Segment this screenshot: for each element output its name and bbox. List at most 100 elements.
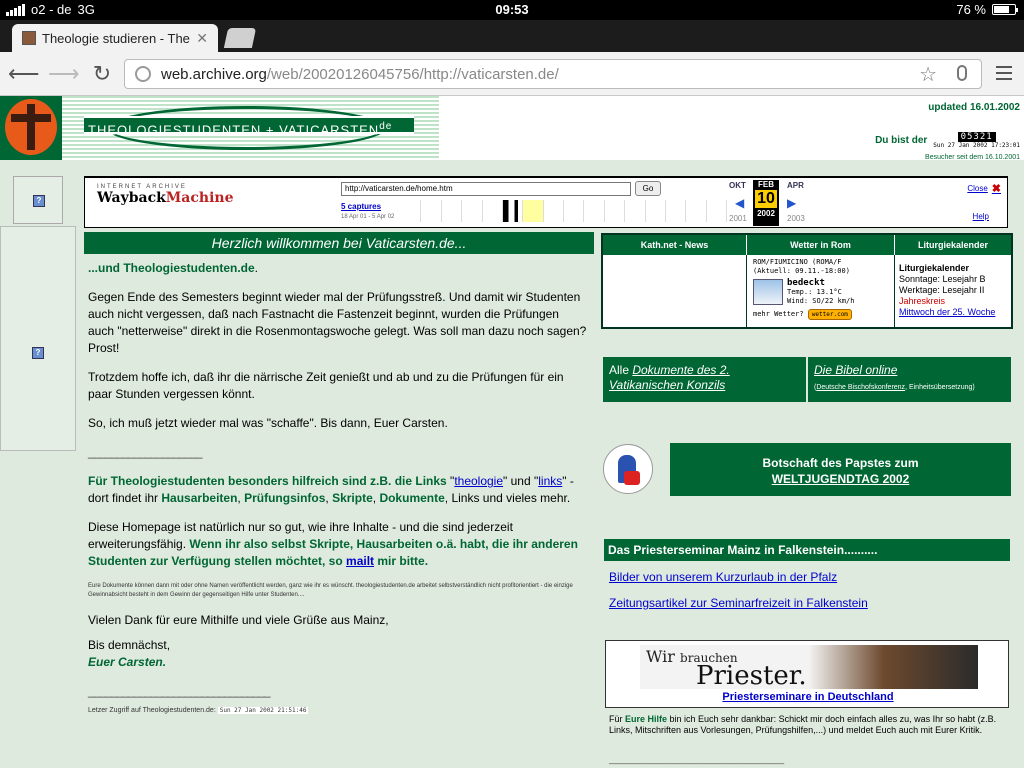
header-weather[interactable]: Wetter in Rom (747, 235, 895, 255)
pfalz-link[interactable]: Bilder von unserem Kurzurlaub in der Pfa… (609, 569, 868, 586)
konzil-prefix: Alle (609, 363, 633, 377)
prev-capture-icon[interactable]: ◀ (735, 196, 744, 210)
battery-percent: 76 % (956, 2, 986, 17)
capture-sparkline[interactable] (401, 200, 727, 222)
paragraph-2: Trotzdem hoffe ich, daß ihr die närrisch… (88, 370, 564, 401)
url-host: web.archive.org (161, 65, 267, 83)
weltjugendtag-link[interactable]: WELTJUGENDTAG 2002 (670, 471, 1011, 487)
info-table: Kath.net - News Wetter in Rom Liturgieka… (601, 233, 1013, 329)
wayback-logo[interactable]: INTERNET ARCHIVE WaybackMachine (97, 184, 233, 206)
paragraph-3: So, ich muß jetzt wieder mal was "schaff… (88, 416, 448, 430)
divider-2: ________________________________ (88, 684, 271, 698)
liturgy-day-link[interactable]: Mittwoch der 25. Woche (899, 307, 1007, 318)
site-header: THEOLOGIESTUDENTEN + VATICARSTENde updat… (0, 96, 1024, 161)
forward-button[interactable]: ⟶ (48, 60, 80, 88)
help-text: Für Eure Hilfe bin ich Euch sehr dankbar… (609, 714, 1007, 736)
help-a: Für (609, 714, 626, 724)
theologie-link[interactable]: theologie (454, 474, 503, 488)
wayback-close[interactable]: Close ✖ (967, 182, 1001, 195)
last-access-date: Sun 27 Jan 2002 21:51:46 (217, 707, 309, 714)
liturgy-sunday: Sonntage: Lesejahr B (899, 274, 986, 284)
links-link[interactable]: links (538, 474, 562, 488)
reload-button[interactable]: ↻ (88, 60, 116, 88)
new-tab-button[interactable] (223, 28, 257, 48)
visitor-label: Du bist der (875, 135, 928, 146)
banner-word-priester: Priester. (696, 661, 807, 691)
konzil-box[interactable]: Alle Dokumente des 2. Vatikanischen Konz… (603, 357, 806, 402)
wayback-help-link[interactable]: Help (973, 212, 989, 221)
address-bar[interactable]: web.archive.org/web/20020126045756/http:… (124, 59, 982, 89)
zeitung-link[interactable]: Zeitungsartikel zur Seminarfreizeit in F… (609, 595, 868, 612)
weltjugendtag-logo[interactable] (603, 444, 653, 494)
logo-wayback: Wayback (97, 190, 166, 206)
liturgy-widget: Liturgiekalender Sonntage: Lesejahr B We… (895, 255, 1011, 329)
wayback-toolbar: INTERNET ARCHIVE WaybackMachine http://v… (84, 176, 1008, 228)
last-access: Letzer Zugriff auf Theologiestudenten.de… (88, 706, 588, 715)
welcome-heading: Herzlich willkommen bei Vaticarsten.de..… (84, 232, 594, 254)
url-path: /web/20020126045756/http://vaticarsten.d… (266, 65, 559, 83)
kathnet-cell (603, 255, 747, 329)
weather-more: mehr Wetter? (753, 310, 804, 318)
counter-digits: 05321 (957, 132, 996, 142)
wayback-go-button[interactable]: Go (635, 181, 661, 196)
close-tab-icon[interactable]: ✕ (196, 30, 208, 47)
weather-updated: (Aktuell: 09.11.-18:00) (753, 267, 850, 275)
paragraph-1: Gegen Ende des Semesters beginnt wieder … (88, 290, 587, 355)
back-button[interactable]: ⟵ (8, 60, 40, 88)
priester-banner[interactable]: Wir brauchen Priester. Priesterseminare … (605, 640, 1009, 708)
p4-intro: Für Theologiestudenten besonders hilfrei… (88, 474, 451, 488)
browser-tab[interactable]: Theologie studieren - Theol ✕ (12, 24, 218, 52)
liturgy-season: Jahreskreis (899, 296, 946, 306)
tab-strip: Theologie studieren - Theol ✕ (0, 20, 1024, 52)
small-print: Eure Dokumente können dann mit oder ohne… (88, 583, 573, 598)
wetter-com-button[interactable]: wetter.com (807, 309, 852, 320)
help-divider: ___________________________________ (609, 754, 785, 764)
menu-icon[interactable] (996, 66, 1012, 84)
header-kathnet[interactable]: Kath.net - News (603, 235, 747, 255)
divider: ____________________ (88, 445, 202, 459)
cur-year: 2002 (757, 209, 775, 218)
bibel-box[interactable]: Die Bibel online (Deutsche Bischofskonfe… (808, 357, 1011, 402)
broken-image-icon: ? (33, 195, 45, 207)
priesterseminare-link[interactable]: Priesterseminare in Deutschland (606, 691, 1010, 703)
captures-link[interactable]: 5 captures (341, 202, 381, 211)
bookmark-star-icon[interactable]: ☆ (919, 62, 937, 87)
web-page: THEOLOGIESTUDENTEN + VATICARSTENde updat… (0, 96, 1024, 768)
next-month[interactable]: APR (787, 181, 804, 190)
bibel-link[interactable]: Die Bibel online (814, 363, 897, 377)
header-liturgy[interactable]: Liturgiekalender (895, 235, 1011, 255)
next-year[interactable]: 2003 (787, 214, 805, 223)
counter-date: Sun 27 Jan 2002 17:23:01 (933, 142, 1020, 149)
banner-word-wir: Wir (646, 647, 675, 666)
p4-and: " und " (503, 474, 539, 488)
subheading-dot: . (254, 261, 259, 275)
papst-box[interactable]: Botschaft des Papstes zum WELTJUGENDTAG … (670, 443, 1011, 496)
dbk-link[interactable]: Deutsche Bischofskonferenz (816, 384, 905, 391)
liturgy-title: Liturgiekalender (899, 263, 970, 273)
main-content: ...und Theologiestudenten.de. Gegen Ende… (88, 260, 588, 727)
visitors-since: Besucher seit dem 16.10.2001 (925, 154, 1020, 161)
favicon-icon (22, 31, 36, 45)
microphone-icon[interactable] (957, 65, 967, 81)
prev-month[interactable]: OKT (729, 181, 746, 190)
battery-icon (992, 4, 1018, 15)
wayback-url-input[interactable]: http://vaticarsten.de/home.htm (341, 182, 631, 196)
bibel-translation: , Einheitsübersetzung) (905, 384, 975, 391)
seminar-links: Bilder von unserem Kurzurlaub in der Pfa… (609, 569, 868, 621)
status-bar: o2 - de 3G 09:53 76 % (0, 0, 1024, 20)
cloud-icon (753, 279, 783, 305)
mail-link[interactable]: mailt (346, 554, 374, 568)
help-b: Eure Hilfe (625, 714, 668, 724)
thanks-text: Vielen Dank für eure Mithilfe und viele … (88, 613, 389, 627)
close-icon[interactable]: ✖ (992, 182, 1001, 195)
weather-location: ROM/FIUMICINO (ROMA/F (753, 258, 842, 266)
updated-date: updated 16.01.2002 (928, 102, 1020, 113)
status-time: 09:53 (495, 2, 529, 17)
next-capture-icon[interactable]: ▶ (787, 196, 796, 210)
prev-year[interactable]: 2001 (729, 214, 747, 223)
banner-text: THEOLOGIESTUDENTEN + VATICARSTEN (88, 122, 380, 138)
cur-day: 10 (755, 190, 777, 208)
broken-image-icon: ? (32, 347, 44, 359)
close-label[interactable]: Close (967, 184, 987, 193)
signature: Euer Carsten. (88, 655, 167, 669)
